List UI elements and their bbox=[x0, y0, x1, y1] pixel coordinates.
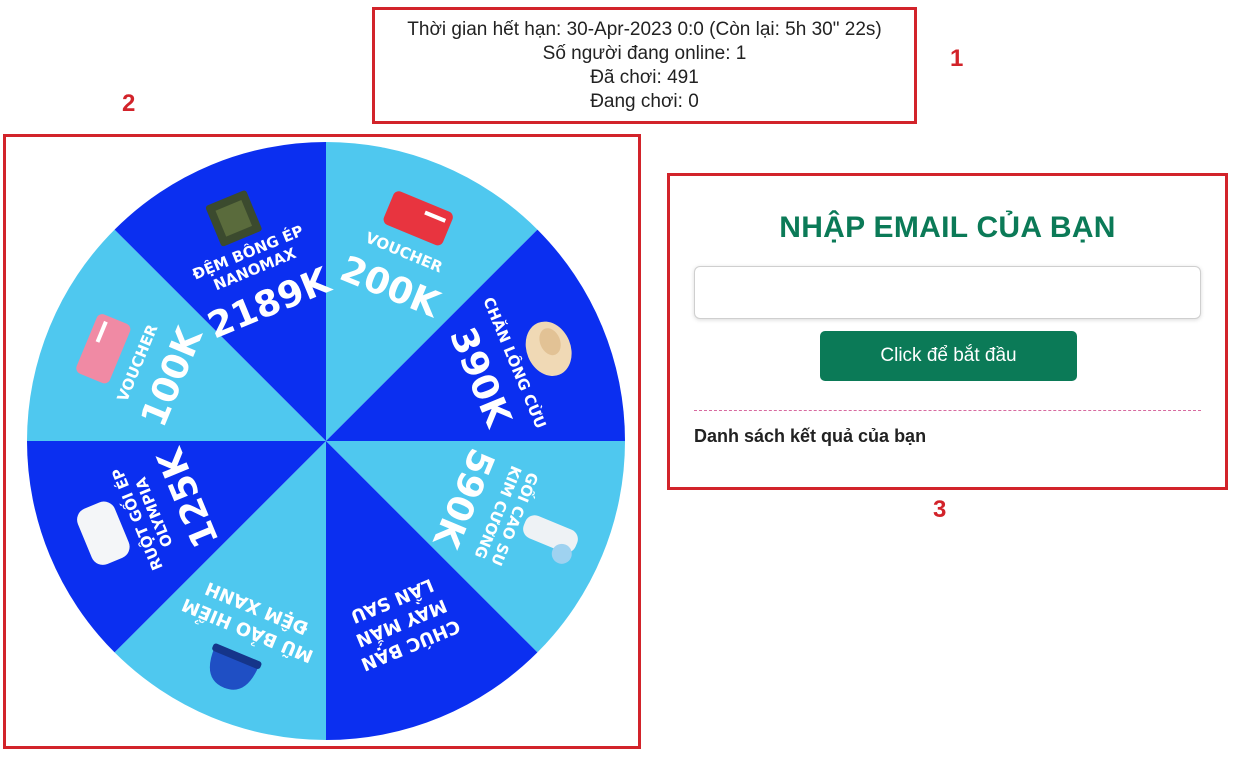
playing-count-text: Đang chơi: 0 bbox=[590, 91, 699, 112]
form-divider bbox=[694, 410, 1201, 411]
start-button[interactable]: Click để bắt đầu bbox=[820, 331, 1077, 381]
lucky-wheel-panel: VOUCHER 200K CHĂN LÔNG CỪU 390K GỐI CAO SU KI… bbox=[3, 134, 641, 749]
online-count-text: Số người đang online: 1 bbox=[542, 43, 747, 64]
game-info-panel: Thời gian hết hạn: 30-Apr-2023 0:0 (Còn … bbox=[372, 7, 917, 124]
results-heading: Danh sách kết quả của bạn bbox=[694, 426, 927, 446]
annotation-number-1: 1 bbox=[950, 45, 964, 72]
played-count-text: Đã chơi: 491 bbox=[590, 67, 699, 88]
annotation-number-2: 2 bbox=[122, 90, 136, 117]
expiry-time-text: Thời gian hết hạn: 30-Apr-2023 0:0 (Còn … bbox=[407, 19, 882, 40]
annotation-number-3: 3 bbox=[933, 496, 947, 523]
lucky-wheel[interactable]: VOUCHER200KCHĂN LÔNG CỪU390KGỐI CAO SUKI… bbox=[25, 140, 627, 742]
email-form-panel: NHẬP EMAIL CỦA BẠN Click để bắt đầu Danh… bbox=[667, 173, 1228, 490]
form-title: NHẬP EMAIL CỦA BẠN bbox=[779, 211, 1116, 244]
email-input[interactable] bbox=[694, 266, 1201, 319]
